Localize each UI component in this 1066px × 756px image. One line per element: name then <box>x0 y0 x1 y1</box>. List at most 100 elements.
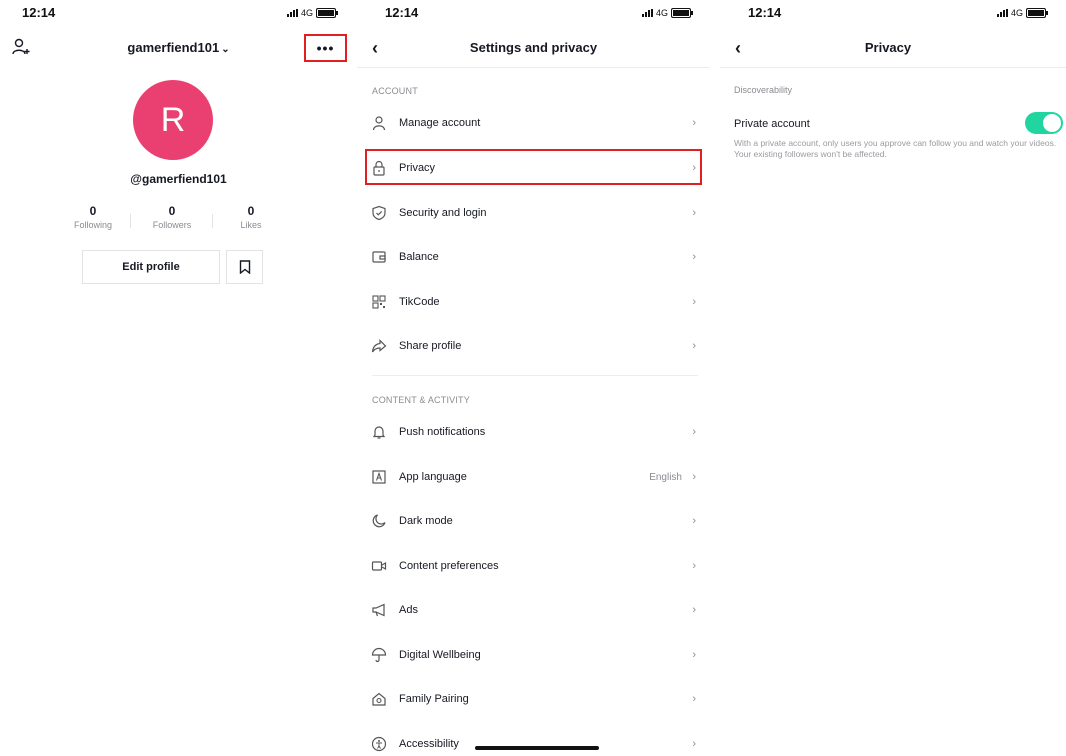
network-status: 4G <box>287 8 339 18</box>
private-account-label: Private account <box>734 118 810 130</box>
stat-label: Followers <box>152 220 192 230</box>
private-account-toggle[interactable] <box>1025 112 1063 134</box>
settings-item-tikcode[interactable]: TikCode › <box>357 282 710 322</box>
section-header-content-activity: CONTENT & ACTIVITY <box>372 395 470 405</box>
chevron-right-icon: › <box>692 515 696 527</box>
house-icon <box>371 691 387 707</box>
umbrella-icon <box>371 647 387 663</box>
status-bar: 12:14 4G <box>0 0 357 30</box>
avatar-letter: R <box>160 100 186 139</box>
edit-profile-button[interactable]: Edit profile <box>82 250 220 284</box>
settings-screen: 12:14 4G ‹ Settings and privacy ACCOUNT … <box>357 0 710 756</box>
settings-item-accessibility[interactable]: Accessibility › <box>357 724 710 756</box>
status-bar: 12:14 4G <box>710 0 1066 30</box>
megaphone-icon <box>371 602 387 618</box>
stat-label: Likes <box>240 220 262 230</box>
stat-value: 0 <box>168 204 176 218</box>
settings-item-security[interactable]: Security and login › <box>357 193 710 233</box>
settings-item-ads[interactable]: Ads › <box>357 590 710 630</box>
stat-followers[interactable]: 0 Followers <box>142 204 202 230</box>
status-time: 12:14 <box>22 5 56 20</box>
settings-item-label: Share profile <box>399 340 462 352</box>
chevron-right-icon: › <box>692 426 696 438</box>
divider <box>720 67 1066 68</box>
settings-item-dark-mode[interactable]: Dark mode › <box>357 501 710 541</box>
accessibility-icon <box>371 736 387 752</box>
battery-icon <box>1026 8 1049 18</box>
moon-icon <box>371 513 387 529</box>
settings-item-digital-wellbeing[interactable]: Digital Wellbeing › <box>357 635 710 675</box>
settings-item-family-pairing[interactable]: Family Pairing › <box>357 679 710 719</box>
network-type: 4G <box>301 8 314 18</box>
divider <box>357 67 710 68</box>
settings-item-label: Push notifications <box>399 426 486 438</box>
settings-item-app-language[interactable]: App language English › <box>357 457 710 497</box>
stat-value: 0 <box>247 204 255 218</box>
settings-item-share-profile[interactable]: Share profile › <box>357 326 710 366</box>
settings-item-label: App language <box>399 471 467 483</box>
stat-following[interactable]: 0 Following <box>63 204 123 230</box>
chevron-right-icon: › <box>692 693 696 705</box>
network-type: 4G <box>656 8 669 18</box>
settings-item-label: Ads <box>399 604 418 616</box>
home-indicator <box>475 746 599 750</box>
profile-handle: @gamerfiend101 <box>130 172 227 186</box>
settings-item-label: Family Pairing <box>399 693 469 705</box>
settings-item-content-preferences[interactable]: Content preferences › <box>357 546 710 586</box>
network-type: 4G <box>1011 8 1024 18</box>
settings-item-label: Balance <box>399 251 439 263</box>
chevron-right-icon: › <box>692 117 696 129</box>
divider <box>212 214 213 228</box>
signal-icon <box>642 9 653 17</box>
chevron-right-icon: › <box>692 604 696 616</box>
chevron-right-icon: › <box>692 207 696 219</box>
settings-item-label: Digital Wellbeing <box>399 649 481 661</box>
settings-item-label: Manage account <box>399 117 481 129</box>
chevron-right-icon: › <box>692 471 696 483</box>
settings-item-label: Accessibility <box>399 738 459 750</box>
signal-icon <box>287 9 298 17</box>
settings-item-label: Content preferences <box>399 560 499 572</box>
bookmark-button[interactable] <box>226 250 263 284</box>
status-time: 12:14 <box>748 5 782 20</box>
settings-item-label: Security and login <box>399 207 487 219</box>
section-header-account: ACCOUNT <box>372 86 418 96</box>
chevron-right-icon: › <box>692 296 696 308</box>
share-icon <box>371 338 387 354</box>
stat-likes[interactable]: 0 Likes <box>221 204 281 230</box>
more-options-button[interactable]: ••• <box>304 34 347 62</box>
settings-item-label: Dark mode <box>399 515 453 527</box>
bookmark-icon <box>239 260 251 274</box>
profile-screen: 12:14 4G gamerfiend101 ⌄ ••• R @gamerfien… <box>0 0 357 756</box>
battery-icon <box>316 8 339 18</box>
divider <box>372 375 698 376</box>
username-label: gamerfiend101 <box>127 40 220 55</box>
chevron-right-icon: › <box>692 560 696 572</box>
chevron-right-icon: › <box>692 340 696 352</box>
status-bar: 12:14 4G <box>357 0 710 30</box>
network-status: 4G <box>997 8 1049 18</box>
settings-item-manage-account[interactable]: Manage account › <box>357 103 710 143</box>
divider <box>130 214 131 228</box>
page-title: Settings and privacy <box>469 40 598 55</box>
status-time: 12:14 <box>385 5 419 20</box>
settings-item-push-notifications[interactable]: Push notifications › <box>357 412 710 452</box>
shield-icon <box>371 205 387 221</box>
stat-label: Following <box>73 220 113 230</box>
signal-icon <box>997 9 1008 17</box>
language-icon <box>371 469 387 485</box>
page-title: Privacy <box>864 40 912 55</box>
more-icon: ••• <box>316 40 335 56</box>
network-status: 4G <box>642 8 694 18</box>
settings-item-balance[interactable]: Balance › <box>357 237 710 277</box>
avatar[interactable]: R <box>133 80 213 160</box>
stat-value: 0 <box>89 204 97 218</box>
chevron-down-icon: ⌄ <box>221 44 230 55</box>
private-account-description: With a private account, only users you a… <box>734 138 1057 159</box>
wallet-icon <box>371 249 387 265</box>
chevron-right-icon: › <box>692 649 696 661</box>
bell-icon <box>371 424 387 440</box>
battery-icon <box>671 8 694 18</box>
settings-item-label: TikCode <box>399 296 440 308</box>
chevron-right-icon: › <box>692 738 696 750</box>
